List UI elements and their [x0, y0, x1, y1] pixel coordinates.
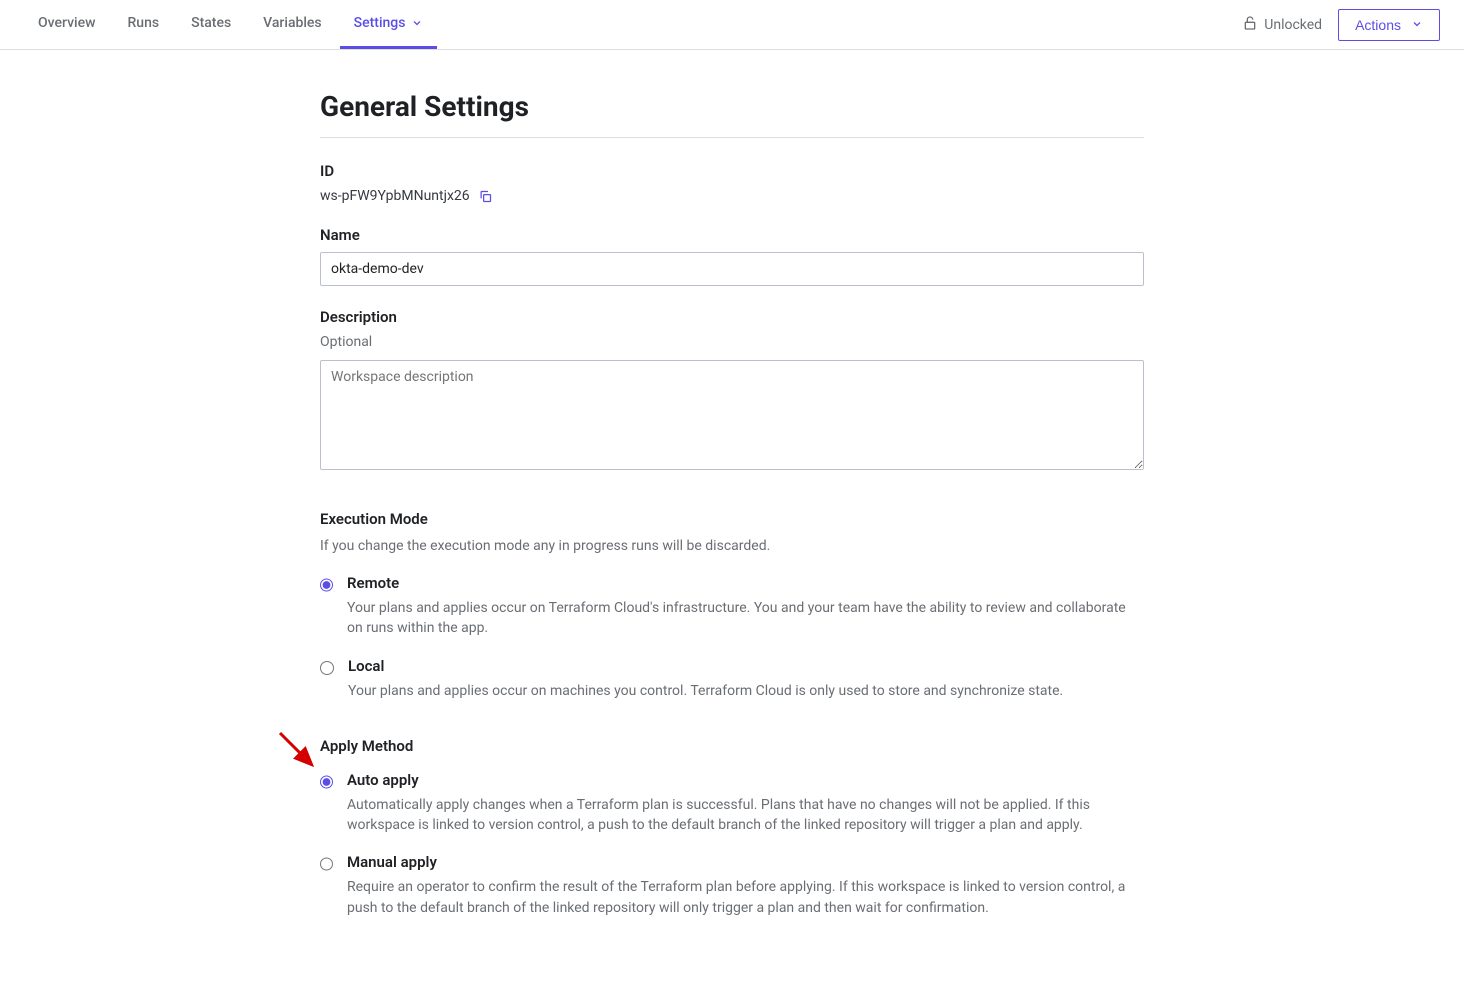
- auto-apply-title: Auto apply: [347, 771, 1144, 789]
- id-label: ID: [320, 162, 1144, 180]
- execution-mode-remote-option[interactable]: Remote Your plans and applies occur on T…: [320, 574, 1144, 639]
- tab-settings[interactable]: Settings: [340, 0, 438, 49]
- execution-mode-remote-radio[interactable]: [320, 578, 333, 592]
- tab-list: Overview Runs States Variables Settings: [24, 0, 437, 49]
- name-input[interactable]: [320, 252, 1144, 286]
- top-bar: Overview Runs States Variables Settings …: [0, 0, 1464, 50]
- apply-method-title: Apply Method: [320, 737, 1144, 755]
- manual-apply-title: Manual apply: [347, 853, 1144, 871]
- name-label: Name: [320, 226, 1144, 244]
- page-title: General Settings: [320, 90, 1144, 138]
- apply-method-manual-radio[interactable]: [320, 857, 333, 871]
- lock-status-label: Unlocked: [1264, 17, 1322, 33]
- execution-mode-local-option[interactable]: Local Your plans and applies occur on ma…: [320, 657, 1144, 701]
- local-desc: Your plans and applies occur on machines…: [348, 681, 1063, 701]
- auto-apply-desc: Automatically apply changes when a Terra…: [347, 795, 1144, 836]
- actions-button[interactable]: Actions: [1338, 9, 1440, 41]
- id-value: ws-pFW9YpbMNuntjx26: [320, 188, 470, 204]
- apply-method-manual-option[interactable]: Manual apply Require an operator to conf…: [320, 853, 1144, 918]
- unlock-icon: [1242, 15, 1258, 35]
- apply-method-section: Apply Method Auto apply Automatically ap…: [320, 737, 1144, 918]
- description-hint: Optional: [320, 334, 1144, 350]
- local-title: Local: [348, 657, 1063, 675]
- tab-variables[interactable]: Variables: [249, 0, 335, 49]
- tab-overview[interactable]: Overview: [24, 0, 109, 49]
- execution-mode-title: Execution Mode: [320, 510, 1144, 528]
- chevron-down-icon: [411, 17, 423, 29]
- execution-mode-hint: If you change the execution mode any in …: [320, 538, 1144, 554]
- tab-runs[interactable]: Runs: [113, 0, 173, 49]
- remote-desc: Your plans and applies occur on Terrafor…: [347, 598, 1144, 639]
- apply-method-auto-option[interactable]: Auto apply Automatically apply changes w…: [320, 771, 1144, 836]
- description-field: Description Optional: [320, 308, 1144, 474]
- id-field: ID ws-pFW9YpbMNuntjx26: [320, 162, 1144, 204]
- remote-title: Remote: [347, 574, 1144, 592]
- description-input[interactable]: [320, 360, 1144, 470]
- execution-mode-local-radio[interactable]: [320, 661, 334, 675]
- settings-content: General Settings ID ws-pFW9YpbMNuntjx26 …: [320, 50, 1144, 996]
- copy-icon[interactable]: [478, 189, 493, 204]
- annotation-arrow-icon: [276, 729, 322, 779]
- lock-status[interactable]: Unlocked: [1242, 15, 1322, 35]
- chevron-down-icon: [1411, 17, 1423, 33]
- name-field: Name: [320, 226, 1144, 286]
- tab-states[interactable]: States: [177, 0, 245, 49]
- manual-apply-desc: Require an operator to confirm the resul…: [347, 877, 1144, 918]
- tab-settings-label: Settings: [354, 15, 406, 31]
- description-label: Description: [320, 308, 1144, 326]
- top-right-controls: Unlocked Actions: [1242, 9, 1440, 41]
- execution-mode-section: Execution Mode If you change the executi…: [320, 510, 1144, 701]
- apply-method-auto-radio[interactable]: [320, 775, 333, 789]
- actions-button-label: Actions: [1355, 17, 1401, 33]
